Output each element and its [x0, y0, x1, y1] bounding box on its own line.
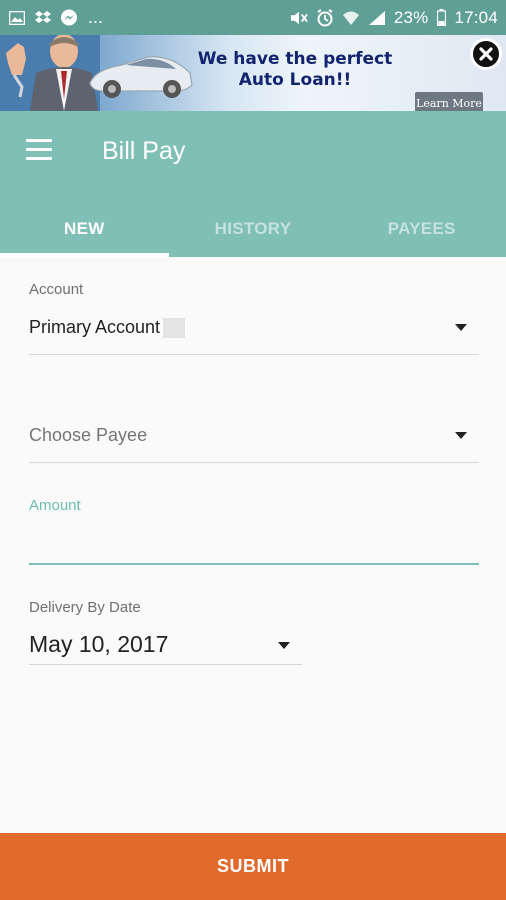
battery-icon: [436, 9, 446, 27]
payee-underline: [29, 462, 479, 463]
auto-loan-ad-banner[interactable]: We have the perfect Auto Loan!! Learn Mo…: [0, 35, 506, 111]
wifi-icon: [342, 9, 360, 27]
battery-percent: 23%: [393, 7, 429, 27]
signal-icon: [368, 9, 386, 27]
status-left: ...: [8, 7, 103, 28]
ad-headline: We have the perfect Auto Loan!!: [190, 49, 400, 91]
mute-icon: [290, 9, 308, 27]
account-underline: [29, 354, 479, 355]
delivery-date-select[interactable]: May 10, 2017: [29, 631, 168, 658]
ad-learn-more-button[interactable]: Learn More: [415, 92, 483, 111]
bill-pay-screen: ... 23% 17:04 We have the perfect Auto L…: [0, 0, 506, 900]
amount-input[interactable]: [29, 525, 479, 561]
payee-select[interactable]: Choose Payee: [29, 425, 147, 446]
ad-car-image: [89, 56, 193, 98]
tab-new[interactable]: NEW: [0, 201, 169, 257]
account-dropdown-arrow-icon[interactable]: [455, 324, 467, 331]
amount-label: Amount: [29, 497, 81, 514]
status-right: 23% 17:04: [290, 8, 498, 28]
ad-headline-line1: We have the perfect: [197, 49, 393, 69]
tab-payees[interactable]: PAYEES: [337, 201, 506, 257]
delivery-date-label: Delivery By Date: [29, 599, 141, 616]
account-value: Primary Account: [29, 317, 161, 337]
delivery-date-dropdown-arrow-icon[interactable]: [278, 642, 290, 649]
close-icon: [479, 47, 493, 61]
tab-bar: NEW HISTORY PAYEES: [0, 201, 506, 257]
hamburger-menu-icon[interactable]: [26, 139, 54, 163]
alarm-icon: [316, 8, 334, 27]
account-select[interactable]: Primary Account: [29, 317, 186, 339]
submit-button[interactable]: SUBMIT: [0, 833, 506, 900]
app-bar: Bill Pay NEW HISTORY PAYEES: [0, 111, 506, 257]
dropbox-icon: [34, 9, 52, 27]
status-bar: ... 23% 17:04: [0, 0, 506, 35]
status-overflow: ...: [88, 7, 104, 27]
ad-headline-line2: Auto Loan!!: [238, 70, 352, 90]
amount-underline-focused: [29, 563, 479, 565]
account-label: Account: [29, 281, 84, 298]
messenger-icon: [60, 9, 78, 27]
status-time: 17:04: [454, 7, 498, 27]
payee-dropdown-arrow-icon[interactable]: [455, 432, 467, 439]
page-title: Bill Pay: [102, 137, 186, 165]
account-number-redacted: [163, 318, 186, 339]
ad-close-button[interactable]: [470, 38, 502, 70]
tab-history[interactable]: HISTORY: [169, 201, 338, 257]
delivery-date-underline: [29, 664, 302, 665]
ad-man-with-keys-image: [0, 35, 100, 111]
image-icon: [8, 9, 26, 27]
